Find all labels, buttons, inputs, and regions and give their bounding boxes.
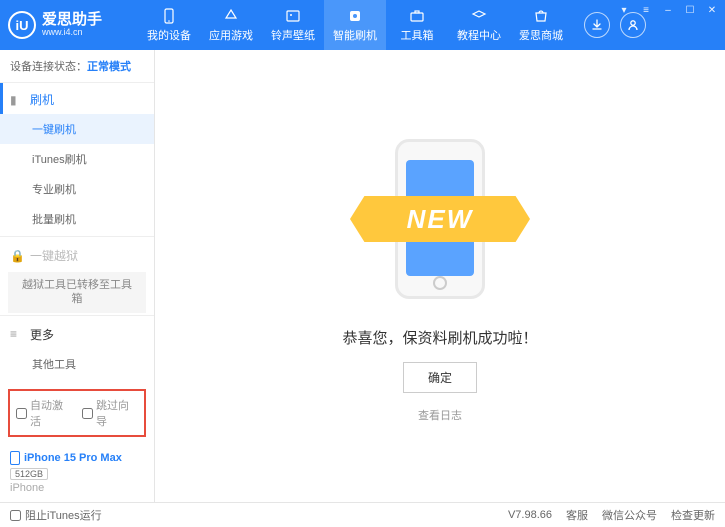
skip-guide-checkbox[interactable]: 跳过向导: [82, 397, 138, 429]
device-type: iPhone: [10, 482, 144, 494]
app-subtitle: www.i4.cn: [42, 28, 102, 38]
group-label: 刷机: [30, 91, 54, 108]
success-illustration: NEW: [320, 129, 560, 309]
block-itunes-checkbox[interactable]: 阻止iTunes运行: [10, 507, 102, 523]
phone-icon: [160, 7, 178, 25]
nav-label: 智能刷机: [333, 27, 377, 43]
app-header: iU 爱思助手 www.i4.cn 我的设备 应用游戏 铃声壁纸 智能刷机 工具…: [0, 0, 725, 50]
close-icon[interactable]: ✕: [705, 3, 719, 17]
sidebar-item-pro-flash[interactable]: 专业刷机: [0, 174, 154, 204]
nav-tutorials[interactable]: 教程中心: [448, 0, 510, 50]
refresh-icon: [346, 7, 364, 25]
new-ribbon: NEW: [350, 196, 530, 242]
image-icon: [284, 7, 302, 25]
success-message: 恭喜您，保资料刷机成功啦！: [342, 327, 537, 348]
maximize-icon[interactable]: ☐: [683, 3, 697, 17]
nav-label: 应用游戏: [209, 27, 253, 43]
sidebar: 设备连接状态：正常模式 ▮ 刷机 一键刷机 iTunes刷机 专业刷机 批量刷机…: [0, 50, 155, 502]
group-more[interactable]: ≡ 更多: [0, 318, 154, 349]
nav-my-device[interactable]: 我的设备: [138, 0, 200, 50]
sidebar-item-other-tools[interactable]: 其他工具: [0, 349, 154, 379]
apps-icon: [222, 7, 240, 25]
conn-mode: 正常模式: [87, 61, 131, 73]
minimize-icon[interactable]: –: [661, 3, 675, 17]
options-box: 自动激活 跳过向导: [8, 389, 146, 437]
nav-flash[interactable]: 智能刷机: [324, 0, 386, 50]
window-controls: ▾ ≡ – ☐ ✕: [617, 3, 719, 17]
wechat-link[interactable]: 微信公众号: [602, 507, 657, 523]
device-name[interactable]: iPhone 15 Pro Max: [10, 451, 144, 465]
sidebar-item-itunes-flash[interactable]: iTunes刷机: [0, 144, 154, 174]
status-bar: 阻止iTunes运行 V7.98.66 客服 微信公众号 检查更新: [0, 502, 725, 527]
logo-area: iU 爱思助手 www.i4.cn: [8, 11, 138, 39]
nav-label: 教程中心: [457, 27, 501, 43]
sidebar-item-oneclick-flash[interactable]: 一键刷机: [0, 114, 154, 144]
phone-icon: [10, 451, 20, 465]
check-update-link[interactable]: 检查更新: [671, 507, 715, 523]
nav-label: 爱思商城: [519, 27, 563, 43]
ok-button[interactable]: 确定: [403, 362, 477, 393]
nav-label: 我的设备: [147, 27, 191, 43]
phone-icon: ▮: [10, 93, 24, 107]
jailbreak-note: 越狱工具已转移至工具箱: [8, 272, 146, 313]
graduation-icon: [470, 7, 488, 25]
auto-activate-checkbox[interactable]: 自动激活: [16, 397, 72, 429]
settings-icon[interactable]: ≡: [639, 3, 653, 17]
checkbox-label: 阻止iTunes运行: [25, 507, 102, 523]
download-button[interactable]: [584, 12, 610, 38]
device-name-text: iPhone 15 Pro Max: [24, 452, 122, 464]
nav-ringtones[interactable]: 铃声壁纸: [262, 0, 324, 50]
logo-icon: iU: [8, 11, 36, 39]
list-icon: ≡: [10, 327, 24, 341]
app-title: 爱思助手: [42, 12, 102, 29]
conn-label: 设备连接状态：: [10, 61, 87, 73]
sidebar-item-download-fw[interactable]: 下载固件: [0, 379, 154, 383]
device-info: iPhone 15 Pro Max 512GB iPhone: [0, 443, 154, 502]
device-storage: 512GB: [10, 468, 48, 480]
nav-shop[interactable]: 爱思商城: [510, 0, 572, 50]
main-content: NEW 恭喜您，保资料刷机成功啦！ 确定 查看日志: [155, 50, 725, 502]
nav-toolbox[interactable]: 工具箱: [386, 0, 448, 50]
group-jailbreak[interactable]: 🔒 一键越狱: [0, 239, 154, 270]
checkbox-label: 跳过向导: [96, 397, 138, 429]
group-label: 更多: [30, 326, 54, 343]
sidebar-menu: ▮ 刷机 一键刷机 iTunes刷机 专业刷机 批量刷机 🔒 一键越狱 越狱工具…: [0, 83, 154, 383]
connection-status: 设备连接状态：正常模式: [0, 50, 154, 83]
lock-icon: 🔒: [10, 249, 24, 263]
toolbox-icon: [408, 7, 426, 25]
group-label: 一键越狱: [30, 247, 78, 264]
group-flash[interactable]: ▮ 刷机: [0, 83, 154, 114]
nav-label: 工具箱: [401, 27, 434, 43]
shop-icon: [532, 7, 550, 25]
nav-apps[interactable]: 应用游戏: [200, 0, 262, 50]
nav-label: 铃声壁纸: [271, 27, 315, 43]
sidebar-item-batch-flash[interactable]: 批量刷机: [0, 204, 154, 234]
menu-icon[interactable]: ▾: [617, 3, 631, 17]
checkbox-label: 自动激活: [30, 397, 72, 429]
view-log-link[interactable]: 查看日志: [418, 407, 462, 423]
top-nav: 我的设备 应用游戏 铃声壁纸 智能刷机 工具箱 教程中心 爱思商城: [138, 0, 572, 50]
version-text: V7.98.66: [508, 509, 552, 521]
support-link[interactable]: 客服: [566, 507, 588, 523]
